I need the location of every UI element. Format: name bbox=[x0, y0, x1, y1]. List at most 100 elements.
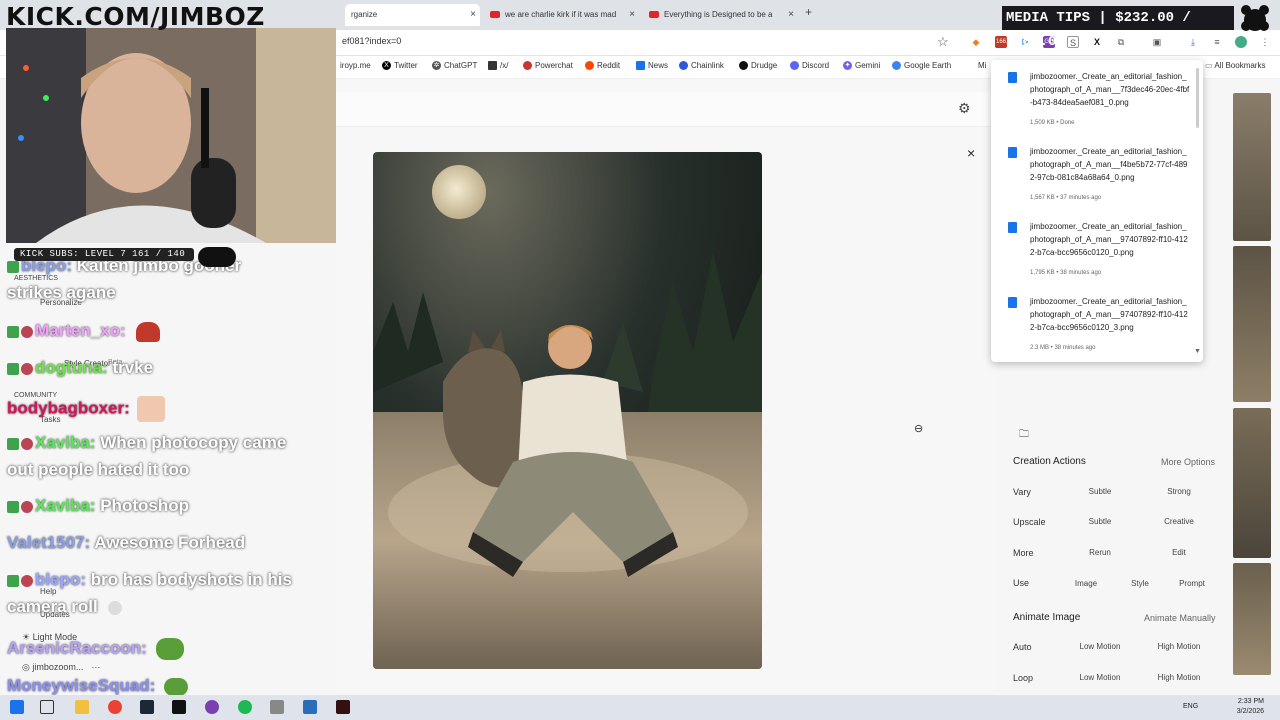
scrollbar-thumb[interactable] bbox=[1196, 68, 1199, 128]
download-meta: 1,795 KB • 38 minutes ago bbox=[1030, 270, 1102, 276]
vary-subtle-button[interactable]: Subtle bbox=[1065, 487, 1135, 496]
use-prompt-button[interactable]: Prompt bbox=[1157, 579, 1227, 588]
new-tab-button[interactable]: + bbox=[805, 5, 812, 19]
generated-image[interactable] bbox=[373, 152, 762, 669]
scroll-down-icon[interactable]: ▼ bbox=[1194, 348, 1201, 355]
browser-tab-active[interactable]: rganize × bbox=[345, 4, 480, 26]
filter-settings-icon[interactable]: ⚙ bbox=[958, 100, 971, 117]
pepe-emote-icon bbox=[164, 677, 189, 696]
user-menu[interactable]: ◎ jimbozoom... ··· bbox=[22, 662, 100, 673]
bookmark-item[interactable]: News bbox=[636, 61, 668, 71]
chat-message: Xaviba: When photocopy came bbox=[7, 433, 286, 453]
bookmark-item[interactable]: Mi bbox=[978, 61, 986, 70]
loop-low-motion-button[interactable]: Low Motion bbox=[1065, 673, 1135, 682]
bookmark-star-icon[interactable]: ☆ bbox=[937, 34, 949, 50]
file-explorer-icon[interactable] bbox=[75, 700, 89, 714]
rerun-button[interactable]: Rerun bbox=[1065, 548, 1135, 557]
obs-icon[interactable] bbox=[336, 700, 350, 714]
clock[interactable]: 2:33 PM 3/2/2026 bbox=[1237, 697, 1264, 717]
url-field[interactable]: ef081?index=0 bbox=[342, 36, 401, 46]
x-icon[interactable]: X bbox=[1091, 36, 1103, 48]
chrome-icon[interactable] bbox=[108, 700, 122, 714]
profile-avatar[interactable] bbox=[1235, 36, 1247, 48]
steam-icon[interactable] bbox=[140, 700, 154, 714]
gemini-icon: ✦ bbox=[843, 61, 852, 71]
download-item[interactable]: jimbozoomer._Create_an_editorial_fashion… bbox=[991, 139, 1203, 211]
vary-label: Vary bbox=[1013, 487, 1031, 497]
drudge-icon bbox=[739, 61, 748, 71]
bookmark-item[interactable]: ✦ Gemini bbox=[843, 61, 880, 71]
windows-taskbar: ENG 2:33 PM 3/2/2026 bbox=[0, 695, 1280, 720]
media-tips-bar: MEDIA TIPS | $232.00 / $200.00 bbox=[1002, 6, 1234, 50]
stream-title: KICK.COM/JIMBOZ bbox=[6, 2, 265, 31]
bookmark-item[interactable]: Drudge bbox=[739, 61, 777, 71]
mod-badge-icon bbox=[21, 437, 33, 450]
download-filename: jimbozoomer._Create_an_editorial_fashion… bbox=[1030, 72, 1190, 107]
bookmark-item[interactable]: ✲ ChatGPT bbox=[432, 61, 477, 71]
thumbnail[interactable] bbox=[1233, 246, 1271, 402]
folder-icon[interactable]: 🗀 bbox=[1019, 427, 1029, 444]
upscale-subtle-button[interactable]: Subtle bbox=[1065, 517, 1135, 526]
metamask-icon[interactable]: ◆ bbox=[970, 36, 982, 48]
chat-message: Marten_xo: bbox=[7, 321, 161, 342]
tab-label: we are charlie kirk if it was mad bbox=[505, 10, 617, 19]
grid-icon bbox=[488, 61, 497, 71]
bookmark-item[interactable]: Discord bbox=[790, 61, 829, 71]
more-options-link[interactable]: More Options bbox=[1161, 457, 1215, 467]
folder-icon: ▭ bbox=[1205, 61, 1215, 70]
animate-manually-link[interactable]: Animate Manually bbox=[1144, 613, 1216, 623]
file-icon bbox=[1008, 147, 1017, 158]
chat-message: blepo: bro has bodyshots in his bbox=[7, 570, 292, 590]
bookmark-item[interactable]: Reddit bbox=[585, 61, 620, 71]
download-meta: 2.3 MB • 38 minutes ago bbox=[1030, 345, 1096, 351]
task-view-icon[interactable] bbox=[40, 700, 54, 714]
chat-message: bodybagboxer: bbox=[7, 396, 165, 422]
thumbnail[interactable] bbox=[1233, 93, 1271, 241]
app-icon[interactable] bbox=[205, 700, 219, 714]
bookmark-item[interactable]: Google Earth bbox=[892, 61, 951, 71]
start-icon[interactable] bbox=[10, 700, 24, 714]
download-item[interactable]: jimbozoomer._Create_an_editorial_fashion… bbox=[991, 64, 1203, 136]
download-meta: 1,567 KB • 37 minutes ago bbox=[1030, 195, 1102, 201]
loop-high-motion-button[interactable]: High Motion bbox=[1144, 673, 1214, 682]
vary-strong-button[interactable]: Strong bbox=[1144, 487, 1214, 496]
reading-list-icon[interactable]: ≡ bbox=[1211, 36, 1223, 48]
auto-high-motion-button[interactable]: High Motion bbox=[1144, 642, 1214, 651]
app-icon[interactable] bbox=[270, 700, 284, 714]
upscale-creative-button[interactable]: Creative bbox=[1144, 517, 1214, 526]
app-icon[interactable] bbox=[303, 700, 317, 714]
bookmark-item[interactable]: Chainlink bbox=[679, 61, 724, 71]
download-item[interactable]: jimbozoomer._Create_an_editorial_fashion… bbox=[991, 289, 1203, 361]
puzzle-icon[interactable]: ⧉ bbox=[1115, 36, 1127, 48]
browser-tab[interactable]: Everything is Designed to be a × bbox=[643, 4, 798, 26]
bookmark-item[interactable]: Powerchat bbox=[523, 61, 573, 71]
viewer-close-icon[interactable]: × bbox=[967, 145, 975, 161]
language-indicator[interactable]: ENG bbox=[1183, 703, 1198, 710]
browser-tab[interactable]: we are charlie kirk if it was mad × bbox=[484, 4, 639, 26]
thumbnail[interactable] bbox=[1233, 408, 1271, 558]
download-meta: 1,509 KB • Done bbox=[1030, 120, 1075, 126]
tab-close-icon[interactable]: × bbox=[470, 4, 476, 26]
edit-button[interactable]: Edit bbox=[1144, 548, 1214, 557]
bookmark-item[interactable]: iroyp.me bbox=[340, 61, 371, 70]
tab-close-icon[interactable]: × bbox=[629, 4, 635, 26]
reddit-icon bbox=[585, 61, 594, 71]
spotify-icon[interactable] bbox=[238, 700, 252, 714]
sub-badge-icon bbox=[7, 260, 19, 273]
sidepanel-icon[interactable]: ▣ bbox=[1151, 36, 1163, 48]
chat-message: Valet1507: Awesome Forhead bbox=[7, 533, 246, 552]
download-icon[interactable]: ⤓ bbox=[1187, 36, 1199, 48]
downloads-popup: jimbozoomer._Create_an_editorial_fashion… bbox=[991, 60, 1203, 362]
auto-low-motion-button[interactable]: Low Motion bbox=[1065, 642, 1135, 651]
bookmark-item[interactable]: /x/ bbox=[488, 61, 508, 71]
download-item[interactable]: jimbozoomer._Create_an_editorial_fashion… bbox=[991, 214, 1203, 286]
user-icon: ◎ bbox=[22, 662, 33, 672]
extension-icon[interactable]: S bbox=[1067, 36, 1079, 48]
menu-icon[interactable]: ⋮ bbox=[1259, 36, 1271, 48]
thumbnail[interactable] bbox=[1233, 563, 1271, 675]
terminal-icon[interactable] bbox=[172, 700, 186, 714]
zoom-out-icon[interactable]: ⊖ bbox=[914, 422, 923, 435]
tab-close-icon[interactable]: × bbox=[788, 4, 794, 26]
all-bookmarks-button[interactable]: ▭ All Bookmarks bbox=[1205, 61, 1265, 70]
bookmark-item[interactable]: X Twitter bbox=[382, 61, 418, 71]
